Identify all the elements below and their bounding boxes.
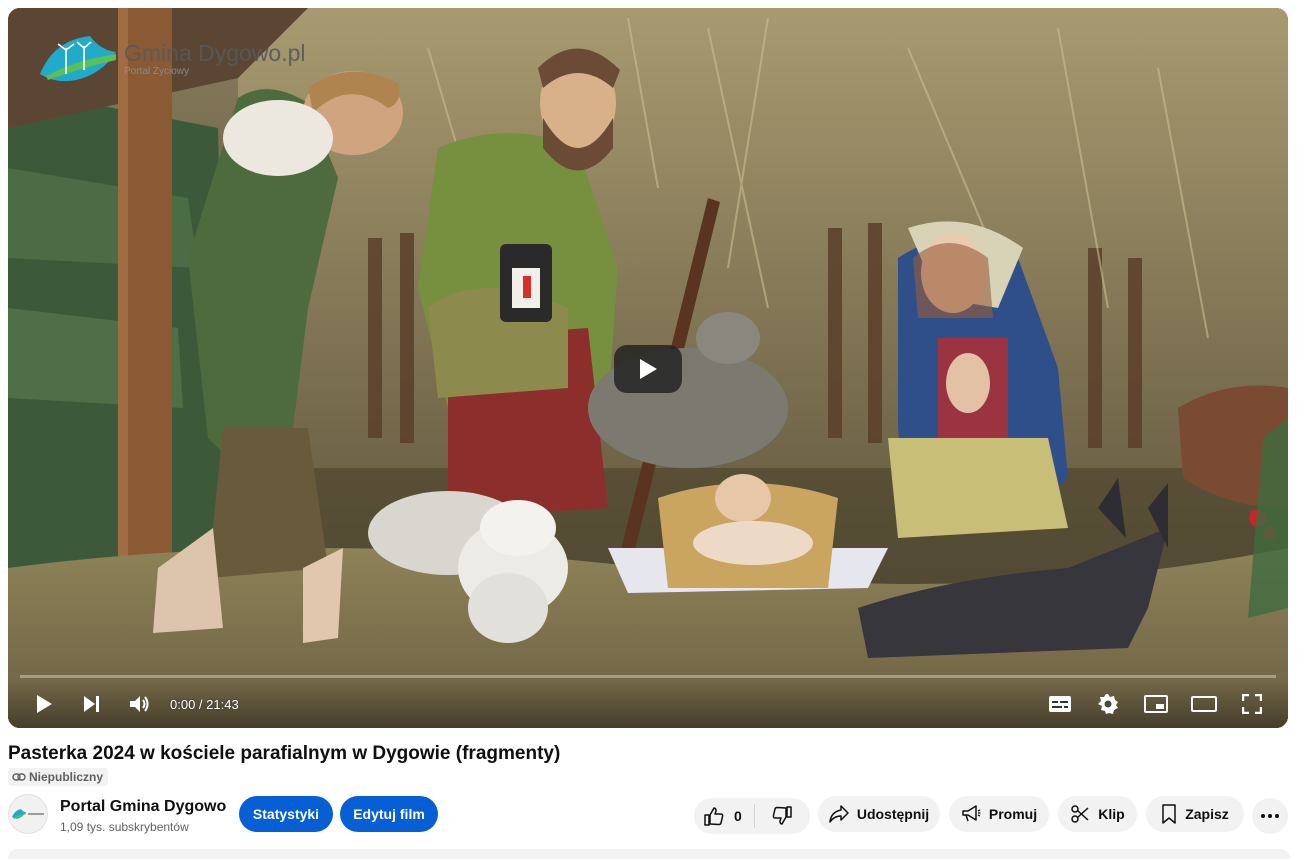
edit-video-button[interactable]: Edytuj film: [340, 796, 438, 832]
bookmark-icon: [1162, 804, 1176, 824]
volume-button[interactable]: [116, 680, 164, 728]
thumbs-down-icon: [773, 806, 793, 825]
thumbs-up-icon: [704, 807, 724, 826]
dislike-button[interactable]: [755, 798, 810, 834]
clip-button[interactable]: Klip: [1058, 796, 1137, 832]
settings-button[interactable]: [1084, 680, 1132, 728]
share-icon: [829, 805, 849, 823]
like-count: 0: [734, 808, 742, 824]
miniplayer-icon: [1144, 695, 1168, 713]
save-label: Zapisz: [1185, 806, 1229, 822]
promote-button[interactable]: Promuj: [949, 796, 1049, 832]
play-icon: [37, 695, 52, 713]
clip-label: Klip: [1098, 806, 1125, 822]
theater-mode-icon: [1191, 696, 1217, 712]
fullscreen-button[interactable]: [1228, 680, 1276, 728]
current-time: 0:00: [170, 696, 196, 712]
channel-watermark: Gmina Dygowo.pl Portal Życiowy: [36, 30, 306, 86]
visibility-label: Niepubliczny: [29, 770, 104, 784]
channel-avatar[interactable]: [8, 794, 48, 834]
subtitles-button[interactable]: [1036, 680, 1084, 728]
fullscreen-icon: [1242, 694, 1262, 714]
next-button[interactable]: [68, 680, 116, 728]
skip-next-icon: [84, 696, 99, 712]
gear-icon: [1098, 694, 1118, 714]
video-title: Pasterka 2024 w kościele parafialnym w D…: [8, 743, 561, 764]
save-button[interactable]: Zapisz: [1146, 796, 1244, 832]
time-display: 0:00 / 21:43: [170, 697, 239, 712]
progress-bar[interactable]: [20, 675, 1276, 678]
play-icon: [640, 359, 657, 379]
megaphone-icon: [962, 805, 981, 822]
big-play-button[interactable]: [614, 345, 682, 393]
like-button[interactable]: 0: [694, 798, 754, 834]
subtitles-icon: [1049, 696, 1071, 712]
stats-button[interactable]: Statystyki: [239, 796, 333, 832]
watermark-subtitle: Portal Życiowy: [124, 66, 190, 77]
time-separator: /: [195, 696, 207, 712]
channel-action-row: Portal Gmina Dygowo 1,09 tys. subskryben…: [8, 794, 1290, 836]
video-player[interactable]: Gmina Dygowo.pl Portal Życiowy 0:00 / 21…: [8, 8, 1288, 728]
description-box-edge: [8, 849, 1290, 859]
share-label: Udostępnij: [856, 806, 930, 822]
miniplayer-button[interactable]: [1132, 680, 1180, 728]
share-button[interactable]: Udostępnij: [818, 796, 940, 832]
more-actions-button[interactable]: [1252, 798, 1288, 834]
player-controls: 0:00 / 21:43: [8, 680, 1288, 728]
theater-mode-button[interactable]: [1180, 680, 1228, 728]
volume-icon: [130, 696, 149, 712]
play-button[interactable]: [20, 680, 68, 728]
channel-name[interactable]: Portal Gmina Dygowo: [60, 798, 226, 816]
link-icon: [12, 773, 26, 781]
promote-label: Promuj: [988, 806, 1038, 822]
gmina-logo-icon: [40, 36, 116, 82]
duration: 21:43: [206, 696, 239, 712]
channel-logo-icon: [12, 809, 44, 819]
more-horizontal-icon: [1261, 814, 1279, 818]
visibility-badge: Niepubliczny: [8, 768, 109, 786]
watermark-title: Gmina Dygowo.pl: [124, 40, 306, 66]
scissors-icon: [1071, 805, 1089, 823]
like-dislike-group: 0: [694, 798, 810, 834]
subscriber-count: 1,09 tys. subskrybentów: [60, 820, 189, 834]
